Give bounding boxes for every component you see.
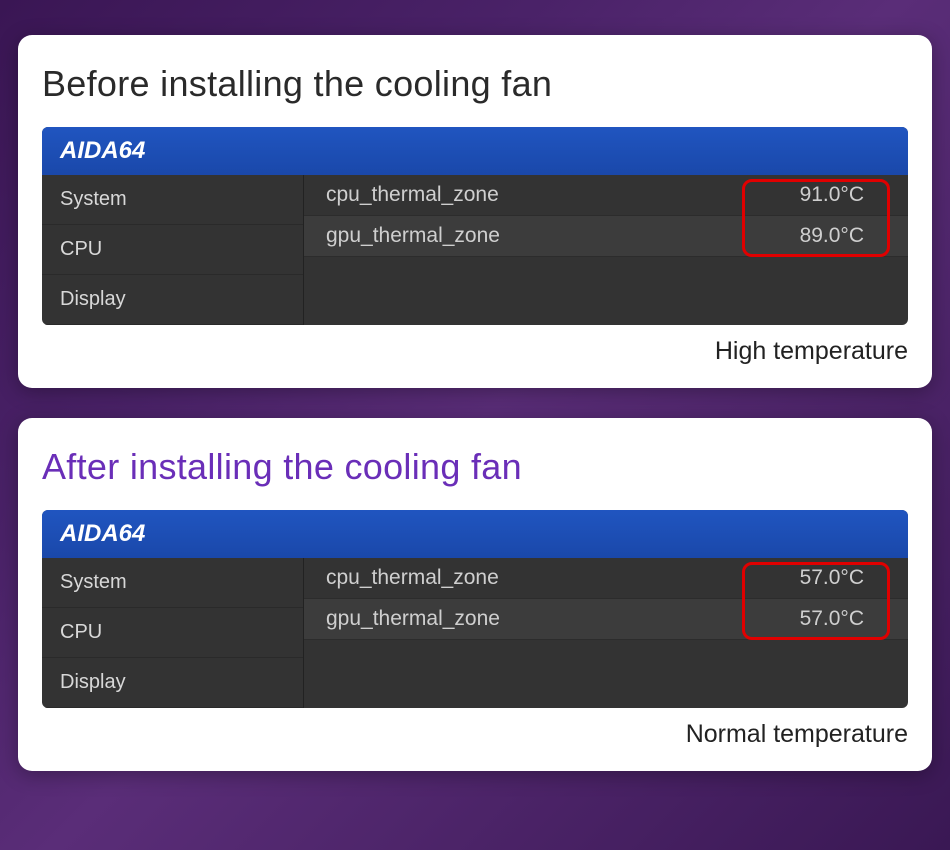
after-title: After installing the cooling fan bbox=[42, 446, 908, 488]
sensor-row-cpu: cpu_thermal_zone 91.0°C bbox=[304, 175, 908, 216]
after-card: After installing the cooling fan AIDA64 … bbox=[18, 418, 932, 771]
aida-header: AIDA64 bbox=[42, 127, 908, 175]
sidebar-item-cpu[interactable]: CPU bbox=[42, 608, 303, 658]
aida-panel-after: AIDA64 System CPU Display cpu_thermal_zo… bbox=[42, 510, 908, 708]
sensor-row-gpu: gpu_thermal_zone 57.0°C bbox=[304, 599, 908, 640]
sidebar-item-system[interactable]: System bbox=[42, 175, 303, 225]
aida-body: System CPU Display cpu_thermal_zone 91.0… bbox=[42, 175, 908, 325]
sensor-row-cpu: cpu_thermal_zone 57.0°C bbox=[304, 558, 908, 599]
sidebar-item-display[interactable]: Display bbox=[42, 658, 303, 708]
sensor-label: gpu_thermal_zone bbox=[326, 607, 500, 631]
sensor-value: 89.0°C bbox=[800, 224, 864, 248]
sidebar-item-display[interactable]: Display bbox=[42, 275, 303, 325]
before-title: Before installing the cooling fan bbox=[42, 63, 908, 105]
sensor-value: 91.0°C bbox=[800, 183, 864, 207]
sensor-label: cpu_thermal_zone bbox=[326, 183, 499, 207]
aida-main: cpu_thermal_zone 57.0°C gpu_thermal_zone… bbox=[304, 558, 908, 708]
after-caption: Normal temperature bbox=[42, 720, 908, 749]
sensor-label: cpu_thermal_zone bbox=[326, 566, 499, 590]
aida-sidebar: System CPU Display bbox=[42, 175, 304, 325]
aida-header: AIDA64 bbox=[42, 510, 908, 558]
aida-sidebar: System CPU Display bbox=[42, 558, 304, 708]
aida-main: cpu_thermal_zone 91.0°C gpu_thermal_zone… bbox=[304, 175, 908, 325]
before-caption: High temperature bbox=[42, 337, 908, 366]
sidebar-item-cpu[interactable]: CPU bbox=[42, 225, 303, 275]
aida-body: System CPU Display cpu_thermal_zone 57.0… bbox=[42, 558, 908, 708]
sensor-value: 57.0°C bbox=[800, 566, 864, 590]
sensor-row-gpu: gpu_thermal_zone 89.0°C bbox=[304, 216, 908, 257]
before-card: Before installing the cooling fan AIDA64… bbox=[18, 35, 932, 388]
sensor-label: gpu_thermal_zone bbox=[326, 224, 500, 248]
aida-panel-before: AIDA64 System CPU Display cpu_thermal_zo… bbox=[42, 127, 908, 325]
sidebar-item-system[interactable]: System bbox=[42, 558, 303, 608]
sensor-value: 57.0°C bbox=[800, 607, 864, 631]
